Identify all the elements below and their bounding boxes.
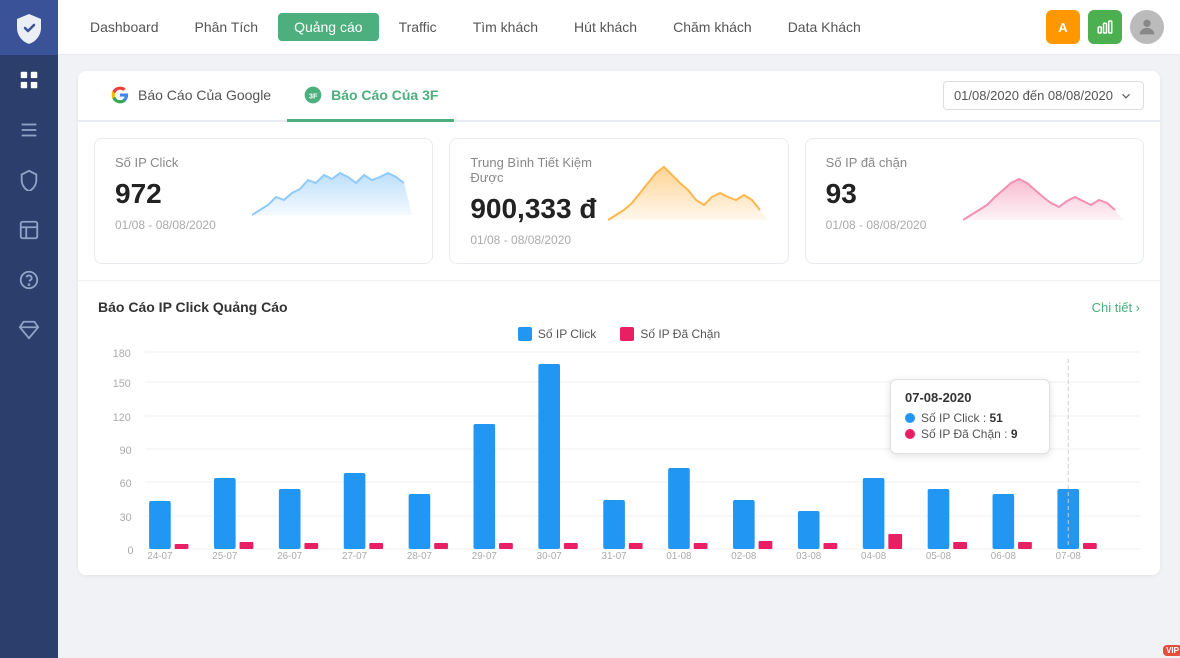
nav-cham-khach[interactable]: Chăm khách [657,13,768,41]
svg-text:180: 180 [113,349,131,360]
svg-text:26-07: 26-07 [277,551,303,559]
tab-google-label: Báo Cáo Của Google [138,87,271,103]
svg-text:05-08: 05-08 [926,551,952,559]
svg-text:06-08: 06-08 [991,551,1017,559]
svg-text:3F: 3F [309,91,318,100]
chart-btn[interactable] [1088,10,1122,44]
3f-icon: 3F [303,85,323,105]
sidebar-logo[interactable] [0,0,58,55]
topnav: Dashboard Phân Tích Quảng cáo Traffic Tì… [58,0,1180,55]
notification-btn[interactable]: A [1046,10,1080,44]
nav-right: A VIP [1046,10,1164,44]
nav-data-khach[interactable]: Data Khách [772,13,877,41]
chart-section: Báo Cáo IP Click Quảng Cáo Chi tiết › Số… [78,283,1160,575]
google-icon [110,85,130,105]
help-icon [18,269,40,291]
chart-area: 0 30 60 90 120 150 180 [98,349,1140,559]
content: Báo Cáo Của Google 3F Báo Cáo Của 3F 01/… [58,55,1180,658]
tab-3f-label: Báo Cáo Của 3F [331,87,438,103]
svg-text:0: 0 [127,545,133,557]
stat-section: Số IP Click 972 01/08 - 08/08/2020 [78,122,1160,281]
grid-icon [18,69,40,91]
stat-title-1: Số IP Click [115,155,216,170]
chart-legend: Số IP Click Số IP Đã Chặn [98,327,1140,341]
stat-title-3: Số IP đã chặn [826,155,927,170]
svg-text:120: 120 [113,412,131,424]
date-filter[interactable]: 01/08/2020 đến 08/08/2020 [943,81,1144,110]
nav-traffic[interactable]: Traffic [383,13,453,41]
svg-text:31-07: 31-07 [602,551,628,559]
list-icon [18,119,40,141]
svg-text:30-07: 30-07 [537,551,563,559]
stat-date-1: 01/08 - 08/08/2020 [115,218,216,232]
stat-chart-2 [608,155,768,225]
svg-text:150: 150 [113,378,131,390]
chevron-down-icon [1119,89,1133,103]
user-avatar[interactable]: VIP [1130,10,1164,44]
svg-text:02-08: 02-08 [731,551,757,559]
main-card: Báo Cáo Của Google 3F Báo Cáo Của 3F 01/… [78,71,1160,575]
nav-dashboard[interactable]: Dashboard [74,13,175,41]
sidebar-item-list[interactable] [0,105,58,155]
stat-value-1: 972 [115,178,216,210]
main-area: Dashboard Phân Tích Quảng cáo Traffic Tì… [58,0,1180,658]
layout-icon [18,219,40,241]
nav-items: Dashboard Phân Tích Quảng cáo Traffic Tì… [74,13,1046,41]
stat-value-3: 93 [826,178,927,210]
svg-text:28-07: 28-07 [407,551,433,559]
legend-blocked-label: Số IP Đã Chặn [640,327,720,341]
shield-logo-icon [13,12,45,44]
svg-text:01-08: 01-08 [666,551,692,559]
sidebar-item-gem[interactable] [0,305,58,355]
stat-card-saving: Trung Bình Tiết Kiệm Được 900,333 đ 01/0… [449,138,788,264]
svg-text:60: 60 [120,478,132,490]
date-filter-value: 01/08/2020 đến 08/08/2020 [954,88,1113,103]
svg-text:25-07: 25-07 [212,551,238,559]
svg-text:90: 90 [120,445,132,457]
bar-chart-svg: 0 30 60 90 120 150 180 [98,349,1140,559]
nav-phan-tich[interactable]: Phân Tích [179,13,275,41]
stat-value-2: 900,333 đ [470,193,607,225]
svg-text:30: 30 [120,512,132,524]
legend-blocked: Số IP Đã Chặn [620,327,720,341]
svg-text:27-07: 27-07 [342,551,368,559]
svg-text:03-08: 03-08 [796,551,822,559]
svg-text:24-07: 24-07 [147,551,173,559]
stat-chart-3 [963,155,1123,225]
tab-3f[interactable]: 3F Báo Cáo Của 3F [287,71,454,122]
sidebar-item-dashboard[interactable] [0,55,58,105]
gem-icon [18,319,40,341]
chart-header: Báo Cáo IP Click Quảng Cáo Chi tiết › [98,299,1140,315]
chart-detail-btn[interactable]: Chi tiết › [1092,300,1140,315]
legend-blocked-dot [620,327,634,341]
stat-chart-1 [252,155,412,225]
legend-click: Số IP Click [518,327,596,341]
sidebar-item-layout[interactable] [0,205,58,255]
nav-tim-khach[interactable]: Tìm khách [457,13,554,41]
svg-text:04-08: 04-08 [861,551,887,559]
stat-date-2: 01/08 - 08/08/2020 [470,233,607,247]
stat-card-ip-click: Số IP Click 972 01/08 - 08/08/2020 [94,138,433,264]
legend-click-dot [518,327,532,341]
sidebar-item-help[interactable] [0,255,58,305]
nav-quang-cao[interactable]: Quảng cáo [278,13,379,41]
chart-canvas: 0 30 60 90 120 150 180 [98,349,1140,559]
chart-icon [1096,18,1114,36]
notification-label: A [1058,20,1067,35]
sidebar-item-shield[interactable] [0,155,58,205]
chart-title: Báo Cáo IP Click Quảng Cáo [98,299,288,315]
shield-icon [18,169,40,191]
sidebar [0,0,58,658]
tab-google[interactable]: Báo Cáo Của Google [94,71,287,122]
stat-title-2: Trung Bình Tiết Kiệm Được [470,155,607,185]
stat-date-3: 01/08 - 08/08/2020 [826,218,927,232]
svg-text:29-07: 29-07 [472,551,498,559]
nav-hut-khach[interactable]: Hút khách [558,13,653,41]
stat-card-blocked: Số IP đã chặn 93 01/08 - 08/08/2020 [805,138,1144,264]
avatar-icon [1136,16,1158,38]
sub-tabs: Báo Cáo Của Google 3F Báo Cáo Của 3F 01/… [78,71,1160,122]
svg-text:07-08: 07-08 [1056,551,1082,559]
legend-click-label: Số IP Click [538,327,596,341]
